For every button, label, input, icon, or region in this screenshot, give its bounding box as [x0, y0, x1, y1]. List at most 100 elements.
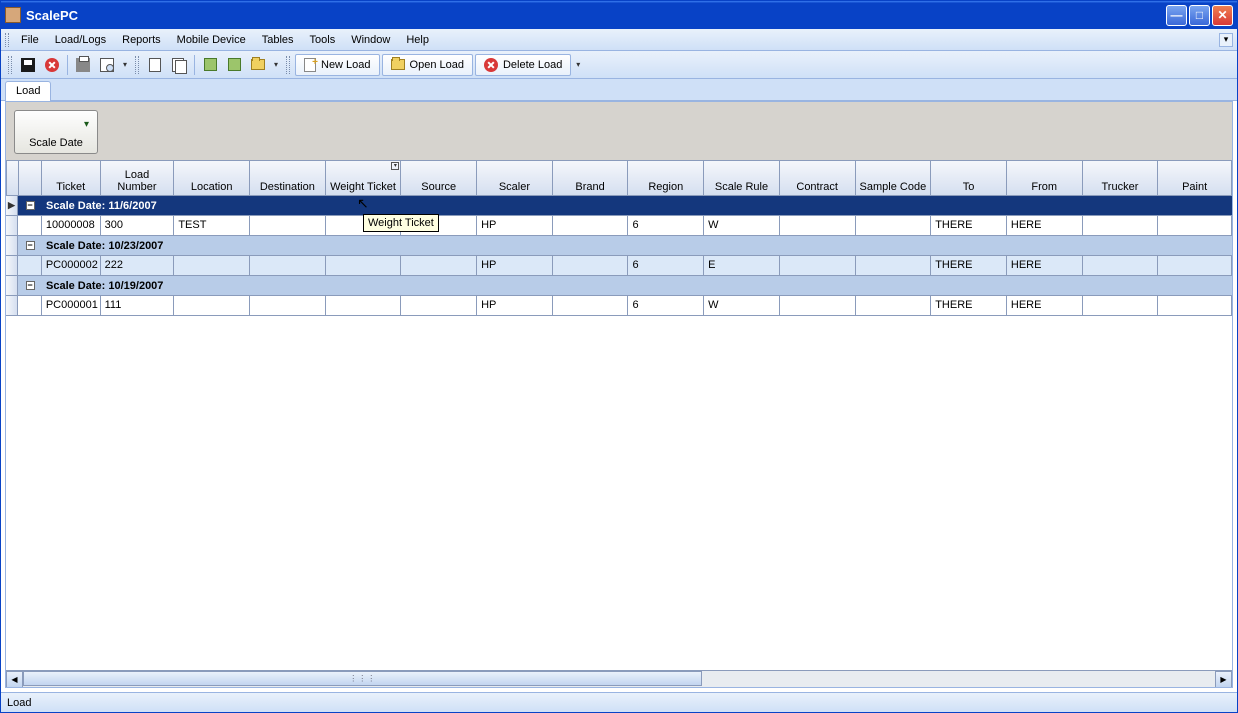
pin-icon[interactable]: ▾: [391, 162, 399, 170]
cell-weight[interactable]: [326, 296, 402, 315]
menu-tools[interactable]: Tools: [302, 31, 344, 49]
cell-dest[interactable]: [250, 216, 326, 235]
cell-dest[interactable]: [250, 296, 326, 315]
cell-trucker[interactable]: [1083, 296, 1159, 315]
cell-brand[interactable]: [553, 256, 629, 275]
close-button[interactable]: ✕: [1212, 5, 1233, 26]
cell-from[interactable]: HERE: [1007, 296, 1083, 315]
cell-contract[interactable]: [780, 256, 856, 275]
cell-from[interactable]: HERE: [1007, 256, 1083, 275]
cell-brand[interactable]: [553, 296, 629, 315]
export-button-2[interactable]: [223, 54, 245, 76]
collapse-icon[interactable]: −: [26, 241, 35, 250]
cell-loadnum[interactable]: 111: [101, 296, 175, 315]
open-load-button[interactable]: Open Load: [382, 54, 473, 76]
scroll-left-button[interactable]: ◀: [6, 671, 23, 687]
col-header-to[interactable]: To: [931, 160, 1007, 196]
table-row[interactable]: PC000001 111 HP 6 W THERE HERE: [6, 296, 1232, 316]
col-header-paint[interactable]: Paint: [1158, 160, 1232, 196]
cell-region[interactable]: 6: [628, 296, 704, 315]
menu-loadlogs[interactable]: Load/Logs: [47, 31, 114, 49]
cell-sample[interactable]: [856, 216, 932, 235]
scroll-thumb[interactable]: ⋮⋮⋮: [23, 671, 702, 686]
cell-sample[interactable]: [856, 256, 932, 275]
menu-tables[interactable]: Tables: [254, 31, 302, 49]
cell-source[interactable]: [401, 256, 477, 275]
col-header-destination[interactable]: Destination: [250, 160, 326, 196]
cell-source[interactable]: [401, 296, 477, 315]
doc-button-2[interactable]: [168, 54, 190, 76]
cell-loadnum[interactable]: 222: [101, 256, 175, 275]
cell-scaler[interactable]: HP: [477, 216, 553, 235]
cell-region[interactable]: 6: [628, 216, 704, 235]
save-button[interactable]: [17, 54, 39, 76]
cell-contract[interactable]: [780, 296, 856, 315]
cell-trucker[interactable]: [1083, 256, 1159, 275]
col-header-region[interactable]: Region: [628, 160, 704, 196]
col-header-brand[interactable]: Brand: [553, 160, 629, 196]
open-folder-button[interactable]: [247, 54, 269, 76]
cell-scalerule[interactable]: W: [704, 296, 780, 315]
cell-ticket[interactable]: 10000008: [42, 216, 101, 235]
cell-weight[interactable]: [326, 256, 402, 275]
cell-loadnum[interactable]: 300: [101, 216, 175, 235]
toolbar-overflow-2[interactable]: ▾: [271, 54, 281, 76]
collapse-icon[interactable]: −: [26, 281, 35, 290]
scroll-right-button[interactable]: ▶: [1215, 671, 1232, 687]
horizontal-scrollbar[interactable]: ◀ ⋮⋮⋮ ▶: [6, 670, 1232, 687]
menu-overflow[interactable]: ▾: [1219, 33, 1233, 47]
export-button-1[interactable]: [199, 54, 221, 76]
groupby-scale-date[interactable]: ▾ Scale Date: [14, 110, 98, 154]
col-header-loadnumber[interactable]: Load Number: [101, 160, 175, 196]
cell-scaler[interactable]: HP: [477, 296, 553, 315]
col-header-ticket[interactable]: Ticket: [42, 160, 101, 196]
print-button[interactable]: [72, 54, 94, 76]
col-header-scaler[interactable]: Scaler: [477, 160, 553, 196]
cell-from[interactable]: HERE: [1007, 216, 1083, 235]
maximize-button[interactable]: □: [1189, 5, 1210, 26]
col-header-contract[interactable]: Contract: [780, 160, 856, 196]
menu-window[interactable]: Window: [343, 31, 398, 49]
group-row[interactable]: − Scale Date: 10/19/2007: [6, 276, 1232, 296]
cell-scalerule[interactable]: E: [704, 256, 780, 275]
cell-sample[interactable]: [856, 296, 932, 315]
cell-scaler[interactable]: HP: [477, 256, 553, 275]
tab-load[interactable]: Load: [5, 81, 51, 101]
cell-paint[interactable]: [1158, 216, 1232, 235]
col-header-trucker[interactable]: Trucker: [1083, 160, 1159, 196]
cell-scalerule[interactable]: W: [704, 216, 780, 235]
col-header-source[interactable]: Source: [401, 160, 477, 196]
minimize-button[interactable]: —: [1166, 5, 1187, 26]
cell-location[interactable]: [174, 296, 250, 315]
scroll-track[interactable]: ⋮⋮⋮: [23, 671, 1215, 687]
delete-load-button[interactable]: Delete Load: [475, 54, 571, 76]
col-header-weightticket[interactable]: Weight Ticket ▾: [326, 160, 402, 196]
cell-ticket[interactable]: PC000001: [42, 296, 101, 315]
cell-region[interactable]: 6: [628, 256, 704, 275]
table-row[interactable]: PC000002 222 HP 6 E THERE HERE: [6, 256, 1232, 276]
menubar-grip[interactable]: [5, 33, 9, 47]
cell-to[interactable]: THERE: [931, 256, 1007, 275]
print-preview-button[interactable]: [96, 54, 118, 76]
cell-contract[interactable]: [780, 216, 856, 235]
cell-to[interactable]: THERE: [931, 296, 1007, 315]
cell-ticket[interactable]: PC000002: [42, 256, 101, 275]
toolbar-grip-2[interactable]: [135, 56, 139, 74]
cell-paint[interactable]: [1158, 296, 1232, 315]
cell-to[interactable]: THERE: [931, 216, 1007, 235]
menu-reports[interactable]: Reports: [114, 31, 169, 49]
col-header-scalerule[interactable]: Scale Rule: [704, 160, 780, 196]
table-row[interactable]: 10000008 300 TEST HP 6 W THERE HERE: [6, 216, 1232, 236]
toolbar-overflow-3[interactable]: ▾: [573, 54, 583, 76]
group-row[interactable]: − Scale Date: 10/23/2007: [6, 236, 1232, 256]
menu-file[interactable]: File: [13, 31, 47, 49]
col-header-samplecode[interactable]: Sample Code: [856, 160, 932, 196]
cell-trucker[interactable]: [1083, 216, 1159, 235]
cell-location[interactable]: [174, 256, 250, 275]
cell-location[interactable]: TEST: [174, 216, 250, 235]
menu-mobiledevice[interactable]: Mobile Device: [169, 31, 254, 49]
group-row[interactable]: ▶ − Scale Date: 11/6/2007: [6, 196, 1232, 216]
cell-paint[interactable]: [1158, 256, 1232, 275]
col-header-location[interactable]: Location: [174, 160, 250, 196]
doc-button-1[interactable]: [144, 54, 166, 76]
